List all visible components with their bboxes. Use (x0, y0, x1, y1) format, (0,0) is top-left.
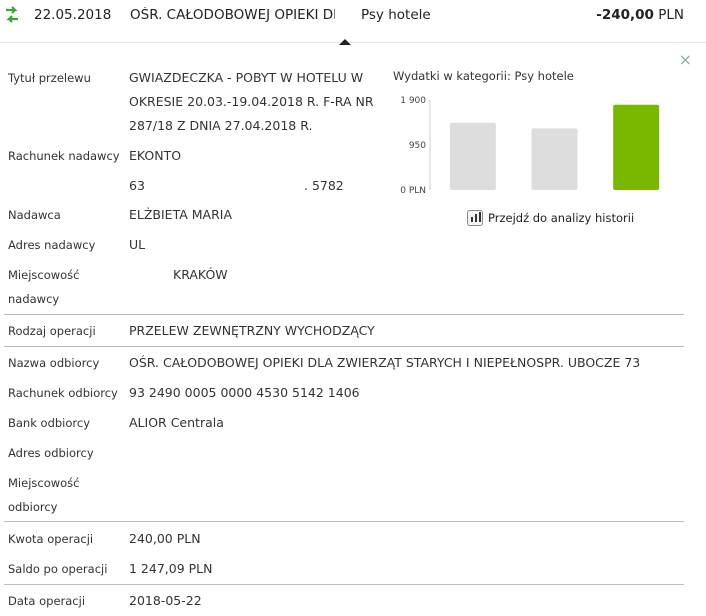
transaction-name: OŚR. CAŁODOBOWEJ OPIEKI DL... (130, 7, 335, 23)
recipient-bank-label: Bank odbiorcy (8, 416, 91, 430)
recipient-account-label: Rachunek odbiorcy (8, 386, 118, 400)
amount-value: 240,00 PLN (129, 531, 201, 546)
amount-currency: PLN (658, 7, 684, 23)
chart-bar[interactable] (531, 128, 578, 190)
operation-type-label: Rodzaj operacji (8, 324, 96, 338)
sender-account-number-start: 63 (129, 178, 145, 193)
sender-city-label: Miejscowość (8, 268, 80, 282)
transaction-header[interactable]: 22.05.2018 OŚR. CAŁODOBOWEJ OPIEKI DL...… (0, 0, 706, 43)
sender-address-label: Adres nadawcy (8, 238, 96, 252)
y-tick-label: 0 PLN (400, 186, 426, 196)
sender-city-label-2: nadawcy (8, 292, 60, 306)
transaction-amount: -240,00 PLN (596, 7, 684, 23)
sender-account-number-end: . 5782 (304, 178, 344, 193)
sender-address-value: UL (129, 237, 146, 252)
transaction-category: Psy hotele (361, 7, 431, 23)
balance-value: 1 247,09 PLN (129, 561, 213, 576)
history-analysis-link[interactable]: Przejdź do analizy historii (467, 210, 634, 226)
title-line-1: GWIAZDECZKA - POBYT W HOTELU W (129, 70, 364, 85)
operation-date-label: Data operacji (8, 594, 86, 608)
bar-chart-icon (467, 210, 483, 226)
sender-account-label: Rachunek nadawcy (8, 149, 120, 163)
balance-label: Saldo po operacji (8, 562, 108, 576)
recipient-account-value: 93 2490 0005 0000 4530 5142 1406 (129, 385, 360, 400)
operation-date-value: 2018-05-22 (129, 593, 202, 608)
title-label: Tytuł przelewu (8, 71, 91, 85)
close-icon[interactable]: × (679, 50, 692, 69)
chart-bar[interactable] (613, 104, 660, 190)
sender-label: Nadawca (8, 208, 61, 222)
amount-label: Kwota operacji (8, 532, 94, 546)
sender-city-value: KRAKÓW (173, 267, 228, 282)
history-analysis-link-label: Przejdź do analizy historii (488, 211, 635, 225)
separator (4, 346, 684, 347)
sender-value: ELŻBIETA MARIA (129, 207, 233, 222)
recipient-city-label-2: odbiorcy (8, 500, 58, 514)
separator (4, 521, 684, 522)
chart-bar[interactable] (449, 122, 496, 190)
recipient-bank-value: ALIOR Centrala (129, 415, 224, 430)
recipient-city-label: Miejscowość (8, 476, 80, 490)
category-spending-chart: 0 PLN 950 1 900 (400, 96, 660, 196)
separator (4, 584, 684, 585)
recipient-name-label: Nazwa odbiorcy (8, 356, 100, 370)
title-line-2: OKRESIE 20.03.-19.04.2018 R. F-RA NR (129, 94, 374, 109)
transfer-arrows-icon (6, 6, 18, 23)
operation-type-value: PRZELEW ZEWNĘTRZNY WYCHODZĄCY (129, 323, 375, 338)
recipient-address-label: Adres odbiorcy (8, 446, 94, 460)
chart-title: Wydatki w kategorii: Psy hotele (393, 69, 574, 83)
title-line-3: 287/18 Z DNIA 27.04.2018 R. (129, 118, 313, 133)
sender-account-name: EKONTO (129, 148, 182, 163)
separator (4, 314, 684, 315)
recipient-name-value: OŚR. CAŁODOBOWEJ OPIEKI DLA ZWIERZĄT STA… (129, 355, 641, 370)
amount-number: -240,00 (596, 7, 654, 23)
transaction-date: 22.05.2018 (34, 7, 112, 23)
expanded-caret-icon (339, 39, 351, 45)
y-tick-label: 950 (409, 141, 426, 151)
y-tick-label: 1 900 (400, 96, 426, 106)
